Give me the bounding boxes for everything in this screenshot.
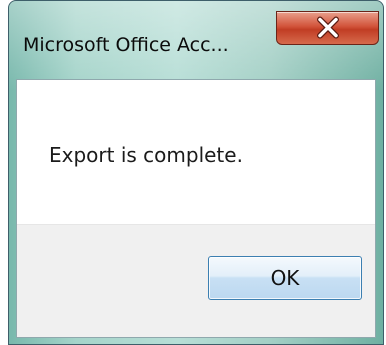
- button-area: OK: [17, 224, 375, 337]
- close-icon: [316, 16, 339, 39]
- ok-button[interactable]: OK: [208, 256, 362, 300]
- message-text: Export is complete.: [49, 143, 243, 167]
- title-bar[interactable]: Microsoft Office Acc...: [9, 1, 383, 79]
- close-button[interactable]: [276, 11, 379, 45]
- dialog-content: Export is complete. OK: [16, 79, 376, 338]
- dialog-window: Microsoft Office Acc... Export is comple…: [8, 0, 384, 345]
- dialog-title: Microsoft Office Acc...: [23, 34, 229, 56]
